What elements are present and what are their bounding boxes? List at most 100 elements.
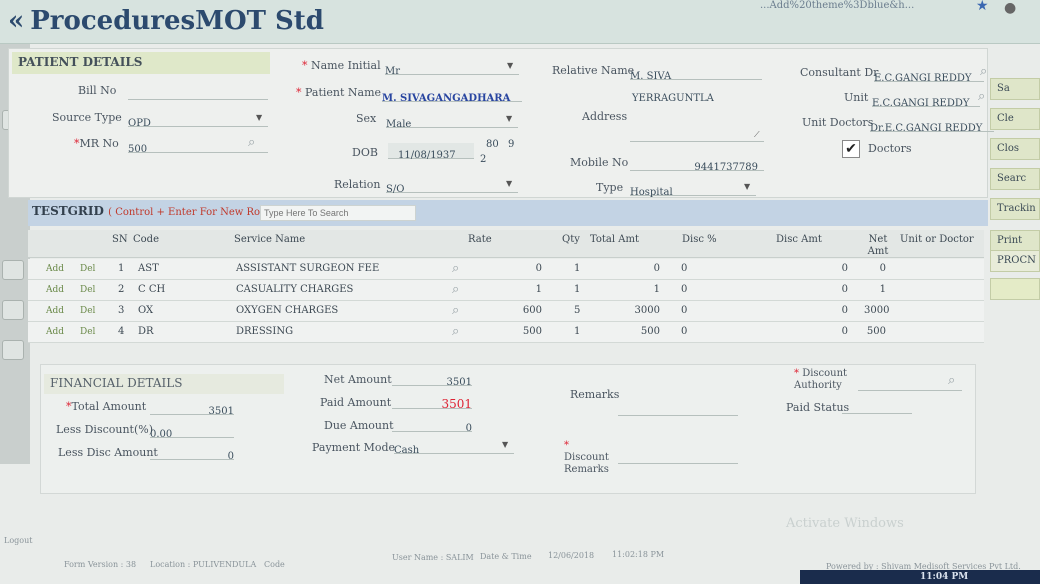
less-discount-input[interactable]: 0.00: [150, 422, 234, 440]
less-disc-amount-input[interactable]: 0: [150, 444, 234, 462]
total-amount-input[interactable]: 3501: [150, 399, 234, 417]
mobile-input[interactable]: 9441737789: [630, 155, 764, 173]
cell-rate: 600: [522, 305, 542, 316]
unit-doctors-label: Unit Doctors: [802, 116, 874, 129]
cell-disc-pct: 0: [681, 305, 688, 316]
patient-name-input[interactable]: M. SIVAGANGADHARA: [382, 86, 522, 104]
chevron-down-icon: ▼: [256, 113, 263, 122]
cell-sn: 4: [118, 326, 125, 337]
col-sn: SN: [112, 234, 128, 245]
menu-icon[interactable]: ●: [1004, 0, 1016, 16]
address-textarea[interactable]: ⟋: [630, 126, 764, 142]
star-icon[interactable]: ★: [976, 0, 989, 14]
sidebar-button[interactable]: [2, 260, 24, 280]
col-unit-doctor: Unit or Doctor: [900, 234, 974, 245]
add-row-button[interactable]: Add: [46, 285, 64, 295]
cell-qty[interactable]: 5: [574, 305, 580, 316]
search-button[interactable]: Searc: [990, 168, 1040, 190]
col-disc-pct: Disc %: [682, 234, 717, 245]
page-title: «ProceduresMOT Std: [8, 6, 324, 36]
consultant-input[interactable]: E.C.GANGI REDDY ⌕: [874, 64, 987, 84]
cell-disc-amt: 0: [841, 284, 848, 295]
cell-qty[interactable]: 1: [574, 326, 580, 337]
tracking-button[interactable]: Trackin: [990, 198, 1040, 220]
cell-total: 3000: [634, 305, 660, 316]
less-discount-label: Less Discount(%): [56, 423, 153, 436]
sidebar-button[interactable]: [2, 300, 24, 320]
save-button[interactable]: Sa: [990, 78, 1040, 100]
relation-select[interactable]: S/O ▼: [386, 177, 518, 195]
search-icon[interactable]: ⌕: [978, 89, 985, 104]
remarks-input[interactable]: [618, 400, 738, 416]
dob-input[interactable]: 11/08/1937: [388, 143, 474, 161]
type-select[interactable]: Hospital ▼: [630, 180, 756, 198]
grid-search-input[interactable]: [260, 205, 416, 221]
patient-details-header: PATIENT DETAILS: [12, 52, 270, 74]
cell-sn: 1: [118, 263, 125, 274]
discount-remarks-input[interactable]: [618, 448, 738, 464]
unit-label: Unit: [844, 91, 869, 104]
cell-qty[interactable]: 1: [574, 284, 580, 295]
mr-no-input[interactable]: 500 ⌕: [128, 135, 268, 155]
age-years[interactable]: 80: [486, 139, 499, 150]
search-icon[interactable]: ⌕: [452, 324, 459, 339]
delete-row-button[interactable]: Del: [80, 306, 95, 316]
add-row-button[interactable]: Add: [46, 327, 64, 337]
procn-button[interactable]: PROCN ▾: [990, 250, 1040, 272]
doctors-checkbox[interactable]: ✔: [842, 140, 860, 158]
cell-qty[interactable]: 1: [574, 263, 580, 274]
source-type-label: Source Type: [52, 111, 122, 124]
paid-amount-input[interactable]: 3501: [392, 393, 472, 411]
bill-no-input[interactable]: [128, 84, 268, 100]
search-icon[interactable]: ⌕: [452, 303, 459, 318]
search-icon[interactable]: ⌕: [980, 64, 987, 79]
age-months[interactable]: 9: [508, 139, 514, 150]
print-button[interactable]: Print: [990, 230, 1040, 252]
paid-status-input[interactable]: [842, 398, 912, 414]
sidebar-button[interactable]: [2, 340, 24, 360]
add-row-button[interactable]: Add: [46, 306, 64, 316]
logout-link[interactable]: Logout: [4, 536, 32, 545]
net-amount-input[interactable]: 3501: [392, 370, 472, 388]
delete-row-button[interactable]: Del: [80, 285, 95, 295]
age-days[interactable]: 2: [480, 154, 486, 165]
extra-button[interactable]: [990, 278, 1040, 300]
unit-input[interactable]: E.C.GANGI REDDY ⌕: [872, 89, 985, 109]
due-amount-input[interactable]: 0: [392, 416, 472, 434]
clear-button[interactable]: Cle: [990, 108, 1040, 130]
date-value: 12/06/2018: [548, 551, 595, 560]
mobile-label: Mobile No: [570, 156, 629, 169]
relative-name-input[interactable]: M. SIVA: [630, 64, 762, 82]
delete-row-button[interactable]: Del: [80, 327, 95, 337]
cell-disc-pct: 0: [681, 284, 688, 295]
total-amount-label: *Total Amount: [66, 400, 147, 413]
search-icon[interactable]: ⌕: [948, 373, 955, 388]
cell-disc-amt: 0: [841, 263, 848, 274]
unit-doctors-input[interactable]: Dr.E.C.GANGI REDDY: [870, 116, 994, 134]
address-line1[interactable]: YERRAGUNTLA: [632, 93, 714, 104]
consultant-label: Consultant Dr: [800, 66, 879, 79]
add-row-button[interactable]: Add: [46, 264, 64, 274]
cell-total: 1: [653, 284, 660, 295]
chevron-down-icon: ▼: [744, 182, 751, 191]
sex-select[interactable]: Male ▼: [386, 112, 518, 130]
type-label: Type: [596, 181, 624, 194]
close-button[interactable]: Clos: [990, 138, 1040, 160]
remarks-label: Remarks: [570, 388, 620, 401]
search-icon[interactable]: ⌕: [248, 135, 255, 150]
chevron-down-icon: ▼: [502, 440, 509, 449]
cell-net: 0: [879, 263, 886, 274]
discount-authority-input[interactable]: ⌕: [858, 373, 962, 391]
search-icon[interactable]: ⌕: [452, 282, 459, 297]
chevron-down-icon: ▼: [506, 114, 513, 123]
payment-mode-select[interactable]: Cash ▼: [394, 438, 514, 456]
name-initial-select[interactable]: Mr ▼: [385, 59, 519, 77]
resize-handle-icon[interactable]: ⟋: [754, 130, 760, 140]
address-label: Address: [582, 110, 628, 123]
delete-row-button[interactable]: Del: [80, 264, 95, 274]
url-fragment: ...Add%20theme%3Dblue&h...: [760, 0, 915, 11]
col-code: Code: [133, 234, 159, 245]
back-chevron-icon[interactable]: «: [8, 6, 24, 36]
search-icon[interactable]: ⌕: [452, 261, 459, 276]
source-type-select[interactable]: OPD ▼: [128, 111, 268, 129]
